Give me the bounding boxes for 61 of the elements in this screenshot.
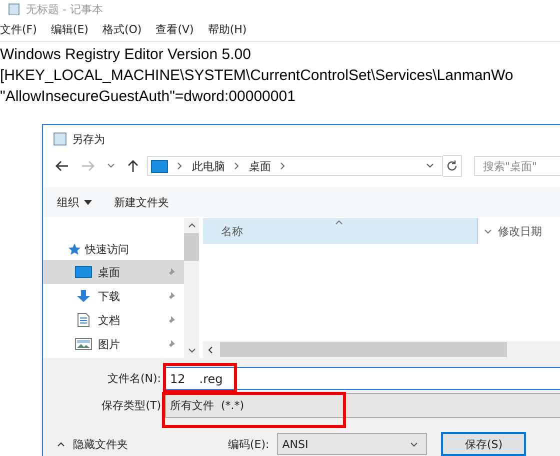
picture-icon: [75, 337, 92, 351]
column-header[interactable]: 名称: [203, 218, 478, 244]
text-line: Windows Registry Editor Version 5.00: [0, 45, 251, 65]
forward-arrow-icon: [81, 160, 95, 172]
refresh-icon: [446, 160, 458, 172]
chevron-right-icon: [280, 162, 286, 170]
chevron-down-icon: [188, 348, 196, 353]
window-title: 无标题 - 记事本: [26, 2, 103, 16]
new-folder-button[interactable]: 新建文件夹: [114, 194, 169, 210]
refresh-button[interactable]: [443, 155, 462, 177]
search-field[interactable]: 搜索"桌面": [474, 156, 560, 176]
document-icon: [75, 313, 92, 327]
address-bar[interactable]: 此电脑 桌面: [147, 156, 443, 176]
breadcrumb-item[interactable]: 桌面: [249, 158, 271, 174]
monitor-icon: [75, 265, 92, 279]
breadcrumb-item[interactable]: 此电脑: [192, 158, 225, 174]
chevron-up-icon: [188, 223, 196, 228]
nav-item[interactable]: 下载: [43, 284, 184, 308]
chevron-right-icon: [234, 162, 240, 170]
chevron-down-icon: [484, 228, 492, 234]
file-type-dropdown[interactable]: 所有文件 (*.*): [165, 393, 560, 418]
menu-item[interactable]: 帮助(H): [208, 22, 247, 37]
field-label: 保存类型(T): [100, 398, 162, 413]
hide-folders-button[interactable]: 隐藏文件夹: [43, 436, 228, 452]
menu-item[interactable]: 文件(F): [0, 22, 37, 37]
nav-item[interactable]: 图片: [43, 332, 184, 356]
field-label: 文件名(N):: [106, 371, 162, 386]
vertical-scrollbar[interactable]: [184, 218, 199, 358]
chevron-left-icon: [208, 346, 213, 354]
back-arrow-icon: [55, 160, 69, 172]
monitor-icon: [151, 160, 168, 172]
chevron-down-icon: [410, 442, 418, 446]
column-header[interactable]: 修改日期: [498, 218, 542, 244]
nav-item[interactable]: 快速访问: [43, 238, 184, 260]
scrollbar-thumb[interactable]: [184, 233, 199, 261]
sort-up-icon: [335, 220, 343, 225]
save-button[interactable]: 保存(S): [441, 432, 526, 456]
chevron-down-icon: [107, 163, 115, 169]
menu-item[interactable]: 编辑(E): [50, 22, 88, 37]
filename-field[interactable]: 12 .reg: [165, 367, 560, 390]
scrollbar-thumb[interactable]: [220, 342, 507, 357]
star-icon: [68, 242, 81, 256]
chevron-right-icon: [177, 162, 183, 170]
notepad-icon: [53, 132, 67, 146]
dialog-title: 另存为: [72, 132, 105, 146]
encoding-dropdown[interactable]: ANSI: [277, 433, 428, 455]
up-arrow-icon: [127, 159, 139, 173]
chevron-down-icon: [426, 163, 434, 169]
menu-item[interactable]: 格式(O): [102, 22, 142, 37]
chevron-up-icon: [57, 442, 65, 446]
nav-item[interactable]: 文档: [43, 308, 184, 332]
field-label: 编码(E):: [228, 436, 270, 452]
organize-menu-button[interactable]: 组织: [57, 194, 92, 210]
text-line: [HKEY_LOCAL_MACHINE\SYSTEM\CurrentControlSet\Services\LanmanWo: [0, 66, 514, 86]
notepad-icon: [8, 3, 20, 15]
down-arrow-icon: [75, 289, 92, 303]
nav-item[interactable]: 桌面: [43, 260, 184, 284]
horizontal-scrollbar[interactable]: [203, 341, 560, 358]
menu-item[interactable]: 查看(V): [156, 22, 194, 37]
text-line: "AllowInsecureGuestAuth"=dword:00000001: [0, 87, 296, 107]
caret-icon: [84, 200, 92, 204]
